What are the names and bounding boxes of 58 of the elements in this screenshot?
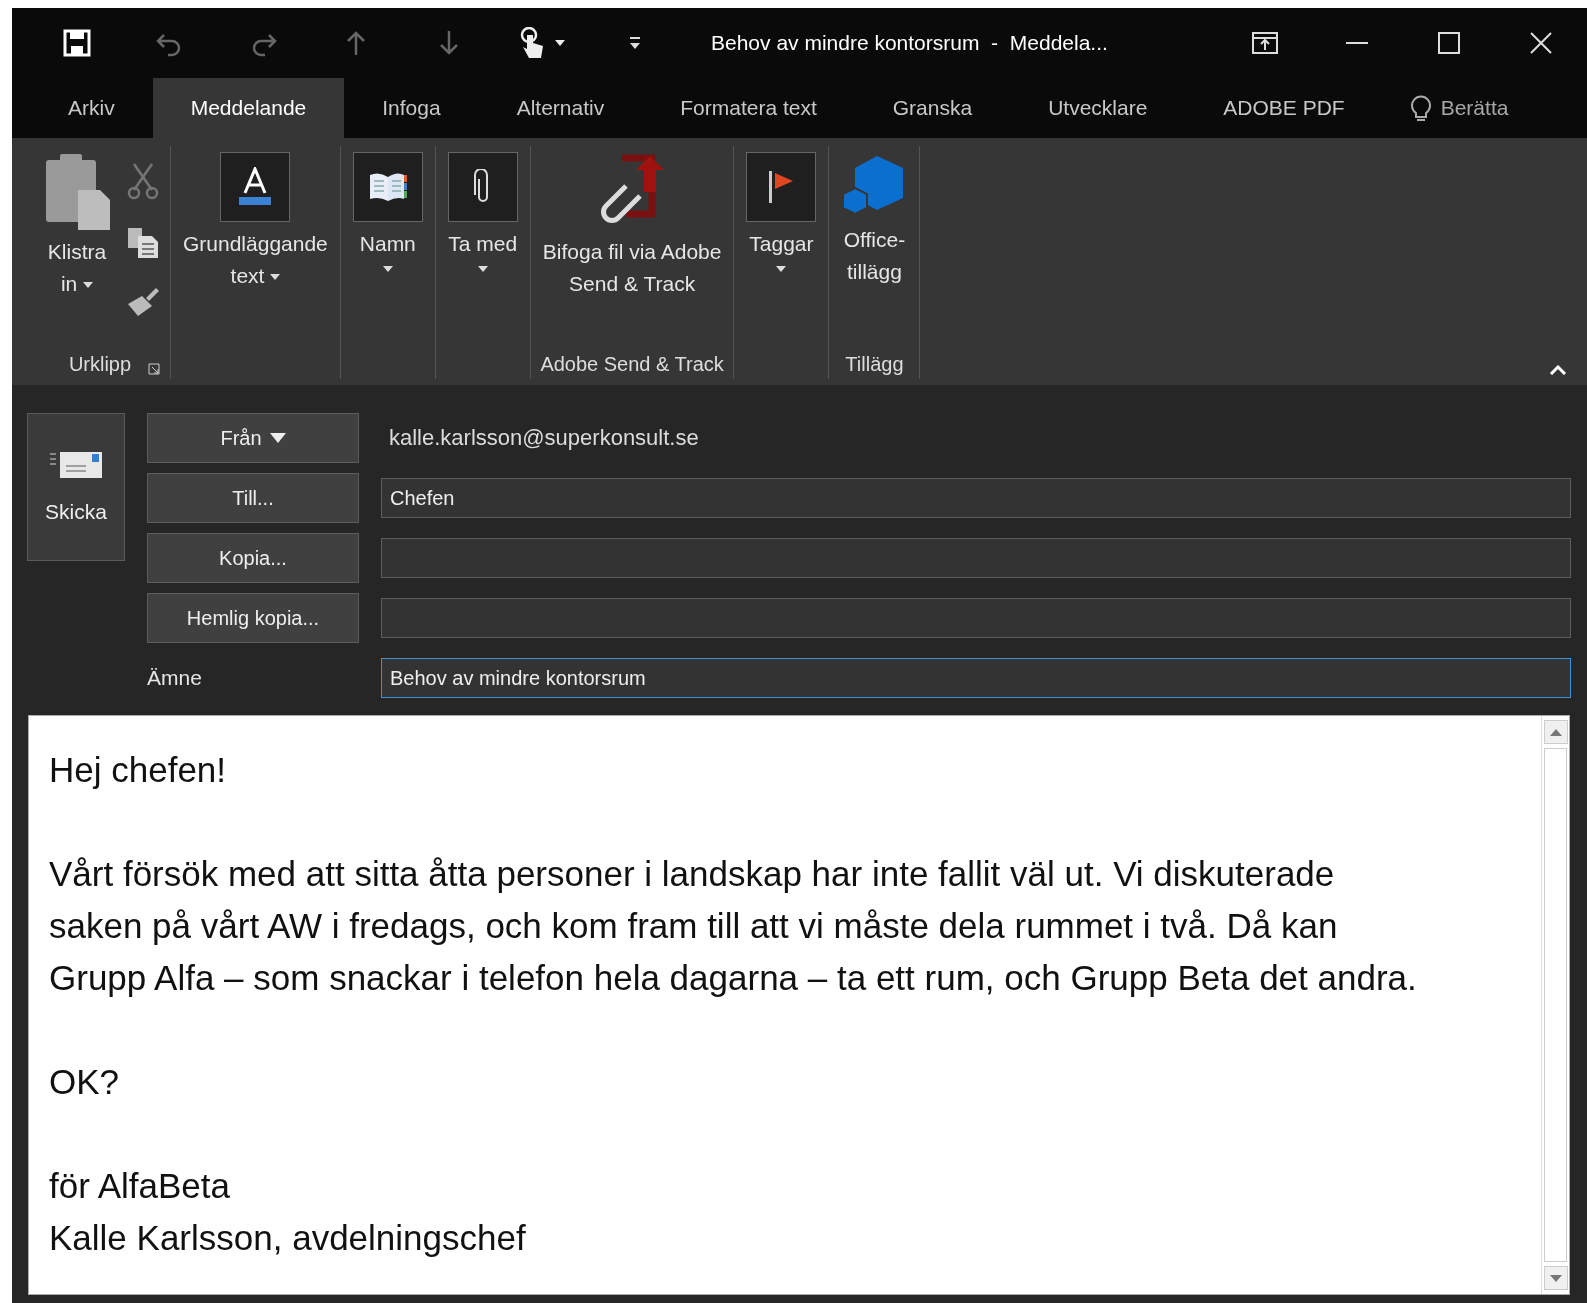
- ribbon-tab[interactable]: Arkiv: [30, 78, 153, 138]
- ribbon-button[interactable]: Bifoga fil via Adobe Send & Track: [536, 146, 728, 349]
- ribbon-tab[interactable]: Alternativ: [478, 78, 643, 138]
- tell-me-field[interactable]: Berätta: [1438, 95, 1559, 121]
- recipient-button[interactable]: Kopia...: [147, 533, 359, 583]
- copy-icon: [126, 226, 160, 260]
- group-label: Adobe Send & Track: [540, 352, 724, 376]
- scissors-icon: [126, 162, 160, 200]
- lightbulb-icon: [1410, 93, 1431, 123]
- group-label: Urklipp: [68, 352, 132, 376]
- message-paragraph: Hej chefen!: [49, 749, 228, 791]
- ribbon-tab[interactable]: ADOBE PDF: [1185, 78, 1383, 138]
- font-icon: [220, 152, 291, 222]
- message-paragraph: för AlfaBeta Kalle Karlsson, avdelningschef: [49, 1165, 527, 1259]
- brush-icon: [126, 286, 160, 318]
- scroll-up-button[interactable]: [1544, 720, 1568, 744]
- caret-icon: [269, 433, 286, 443]
- down-triangle-icon: [1550, 1274, 1562, 1282]
- ribbon-button[interactable]: Ta med: [441, 146, 524, 349]
- recipient-field[interactable]: Chefen: [381, 478, 1571, 518]
- ribbon-button[interactable]: Klistra in: [36, 146, 118, 349]
- ribbon-display-icon[interactable]: [1252, 32, 1278, 54]
- customize-icon[interactable]: [627, 36, 642, 50]
- message-paragraph: OK?: [49, 1061, 121, 1103]
- ribbon-tab[interactable]: Meddelande: [152, 78, 345, 138]
- ribbon-button[interactable]: Taggar: [740, 146, 823, 349]
- recipient-button[interactable]: Hemlig kopia...: [147, 593, 359, 643]
- subject-field[interactable]: Behov av mindre kontorsrum: [381, 658, 1571, 698]
- close-icon[interactable]: [1530, 32, 1552, 54]
- from-button[interactable]: Från: [147, 413, 359, 463]
- up-triangle-icon: [1550, 728, 1562, 736]
- flag-icon: [746, 152, 817, 222]
- collapse-ribbon-button[interactable]: [1549, 365, 1567, 375]
- envelope-icon: [48, 450, 104, 480]
- recipient-field[interactable]: [381, 538, 1571, 578]
- dialog-launcher-icon[interactable]: [148, 363, 160, 375]
- send-button[interactable]: Skicka: [27, 413, 125, 561]
- ribbon-tab[interactable]: Granska: [854, 78, 1011, 138]
- address-book-icon: [352, 152, 423, 222]
- subject-label: Ämne: [147, 666, 203, 690]
- recipient-button[interactable]: Till...: [147, 473, 359, 523]
- ribbon-tab[interactable]: Utvecklare: [1010, 78, 1186, 138]
- paperclip-icon: [447, 152, 518, 222]
- window-title: Behov av mindre kontorsrum - Meddela...: [711, 31, 1109, 55]
- ribbon-tab[interactable]: Formatera text: [642, 78, 855, 138]
- message-paragraph: Vårt försök med att sitta åtta personer i landskap har inte fallit väl ut. Vi diskuterade saken på vårt AW i fredags, och kom fram till att vi måste dela rummet i två. Då kan Grupp Alfa – som snackar i telefon hela dagarna – ta ett rum, och Grupp Beta det andra.: [49, 853, 1418, 999]
- from-address: kalle.karlsson@superkonsult.se: [388, 425, 699, 451]
- ribbon-button[interactable]: Grundläggande text: [177, 146, 334, 349]
- ribbon-tab[interactable]: Infoga: [344, 78, 479, 138]
- caret-icon: [554, 40, 565, 46]
- ribbon-button[interactable]: Office- tillägg: [835, 146, 914, 349]
- scrollbar-thumb[interactable]: [1544, 748, 1567, 1262]
- touch-mode-icon[interactable]: [518, 27, 545, 59]
- group-label: Tillägg: [845, 352, 904, 376]
- scroll-down-button[interactable]: [1544, 1266, 1568, 1290]
- recipient-field[interactable]: [381, 598, 1571, 638]
- ribbon-button[interactable]: Namn: [346, 146, 429, 349]
- maximize-icon[interactable]: [1438, 32, 1460, 54]
